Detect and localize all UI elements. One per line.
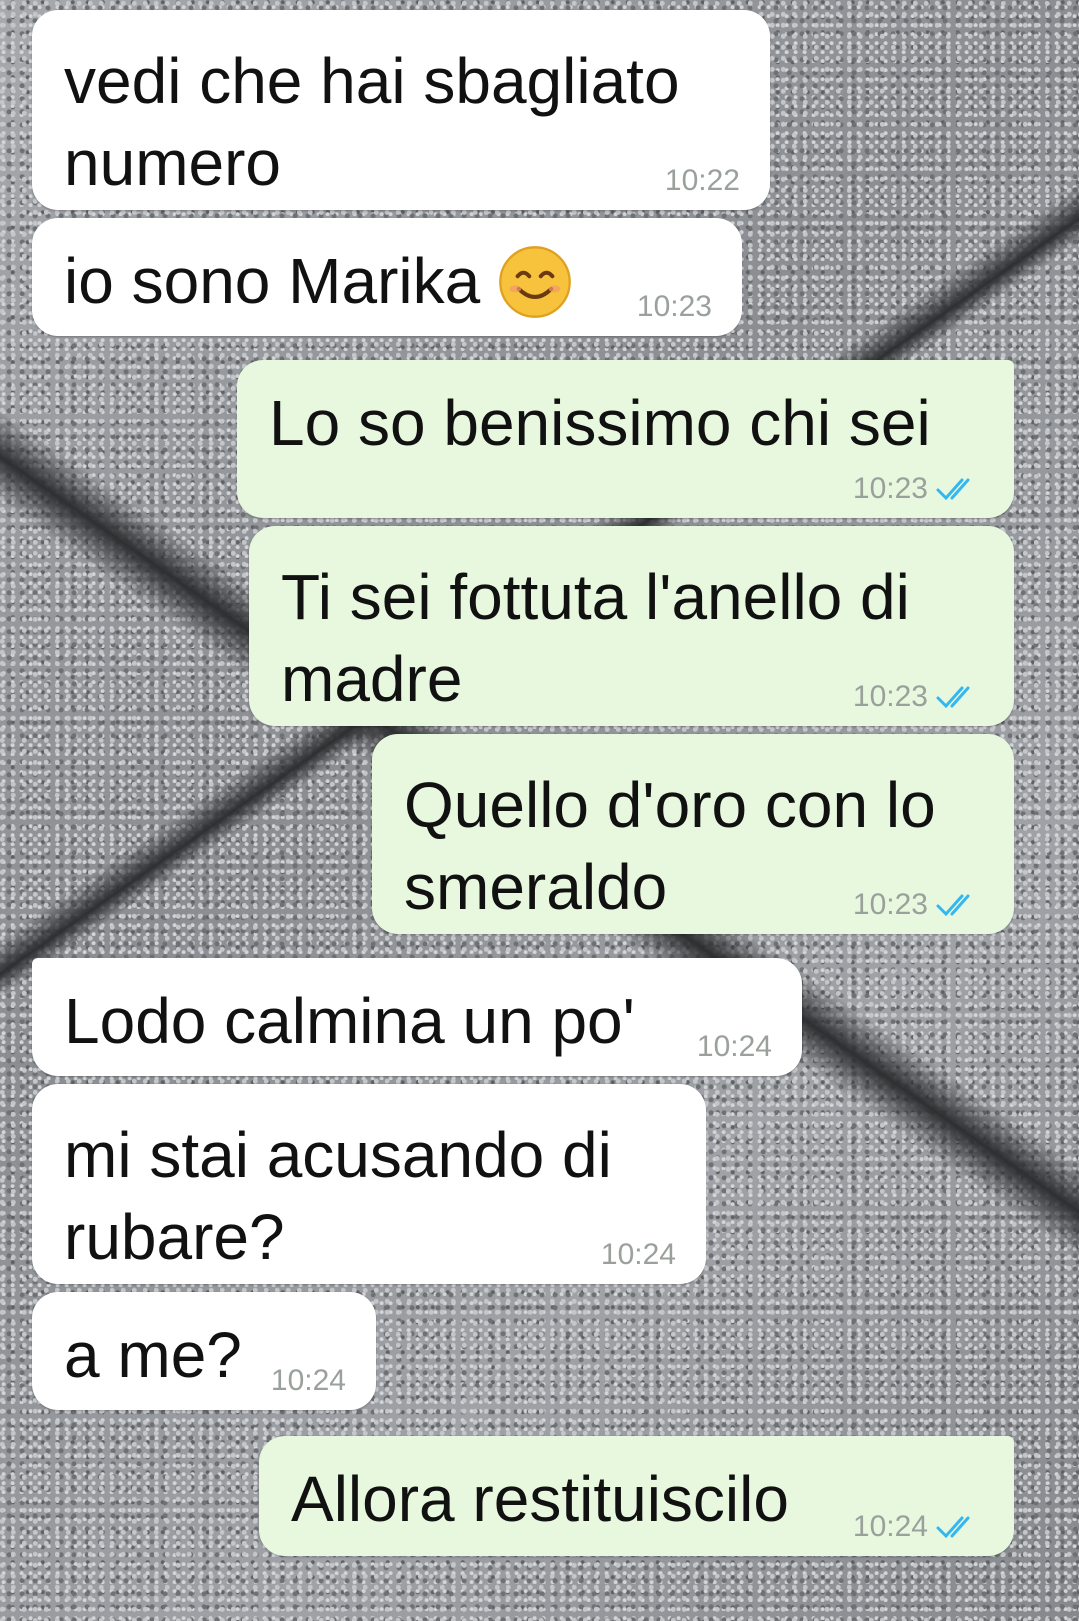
- message-time: 10:23: [852, 888, 928, 921]
- message-time: 10:23: [636, 290, 712, 323]
- message-meta: 10:23: [637, 292, 712, 322]
- message-time: 10:24: [696, 1030, 772, 1063]
- double-check-icon: [936, 686, 970, 709]
- message-meta: 10:22: [665, 166, 740, 196]
- message-time: 10:24: [852, 1510, 928, 1543]
- double-check-icon: [936, 478, 970, 501]
- message-text: mi stai acusando di rubare?: [64, 1119, 612, 1273]
- message-time: 10:24: [600, 1238, 676, 1271]
- message-time: 10:22: [664, 164, 740, 197]
- message-meta: 10:24: [853, 1512, 984, 1542]
- message-time: 10:23: [852, 472, 928, 505]
- message-meta: 10:23: [853, 890, 984, 920]
- outgoing-message[interactable]: Allora restituiscilo 10:24: [259, 1436, 1014, 1556]
- outgoing-message[interactable]: Quello d'oro con lo smeraldo 10:23: [372, 734, 1014, 934]
- incoming-message[interactable]: vedi che hai sbagliato numero 10:22: [32, 10, 770, 210]
- message-text: vedi che hai sbagliato numero: [64, 45, 680, 199]
- double-check-icon: [936, 894, 970, 917]
- message-meta: 10:24: [697, 1032, 772, 1062]
- message-meta: 10:23: [853, 474, 984, 504]
- message-time: 10:23: [852, 680, 928, 713]
- message-meta: 10:24: [601, 1240, 676, 1270]
- message-meta: 10:24: [271, 1366, 346, 1396]
- outgoing-message[interactable]: Lo so benissimo chi sei 10:23: [237, 360, 1014, 518]
- incoming-message[interactable]: io sono Marika 10:23: [32, 218, 742, 336]
- message-text: Lodo calmina un po': [64, 985, 635, 1057]
- chat-area: vedi che hai sbagliato numero 10:22 io s…: [0, 0, 1079, 1621]
- incoming-message[interactable]: mi stai acusando di rubare? 10:24: [32, 1084, 706, 1284]
- outgoing-message[interactable]: Ti sei fottuta l'anello di madre 10:23: [249, 526, 1014, 726]
- message-meta: 10:23: [853, 682, 984, 712]
- double-check-icon: [936, 1516, 970, 1539]
- message-text: Lo so benissimo chi sei: [269, 387, 931, 459]
- message-text: io sono Marika: [64, 245, 481, 317]
- smiling-face-icon: [499, 246, 572, 318]
- incoming-message[interactable]: Lodo calmina un po' 10:24: [32, 958, 802, 1076]
- incoming-message[interactable]: a me? 10:24: [32, 1292, 376, 1410]
- message-time: 10:24: [270, 1364, 346, 1397]
